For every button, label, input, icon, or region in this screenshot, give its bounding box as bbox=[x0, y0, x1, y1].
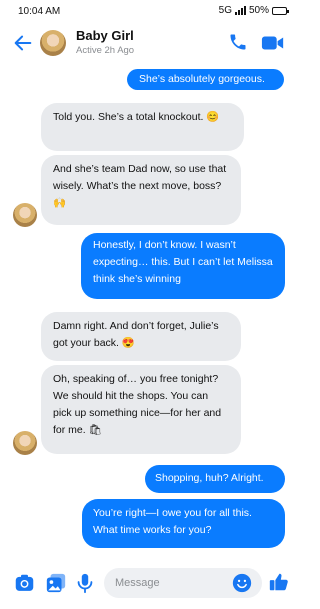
smiley-emoji-icon[interactable] bbox=[232, 573, 252, 593]
message-bubble-outgoing[interactable]: She’s absolutely gorgeous. bbox=[127, 69, 284, 90]
message-text: She’s absolutely gorgeous. bbox=[139, 73, 265, 85]
video-camera-icon[interactable] bbox=[261, 34, 285, 52]
message-bubble-incoming[interactable]: Oh, speaking of… you free tonight? We sh… bbox=[41, 365, 241, 454]
contact-avatar[interactable] bbox=[40, 30, 66, 56]
battery-percent: 50% bbox=[248, 5, 269, 16]
message-text: And she’s team Dad now, so use that wise… bbox=[53, 163, 227, 209]
contact-name[interactable]: Baby Girl bbox=[76, 28, 134, 43]
battery-icon bbox=[272, 6, 289, 15]
image-gallery-icon[interactable] bbox=[45, 572, 67, 594]
network-label: 5G bbox=[218, 5, 232, 16]
message-bubble-incoming[interactable]: And she’s team Dad now, so use that wise… bbox=[41, 155, 241, 225]
phone-icon[interactable] bbox=[228, 32, 248, 52]
camera-icon[interactable] bbox=[14, 572, 35, 594]
sender-avatar[interactable] bbox=[13, 203, 37, 227]
conversation-header: Baby Girl Active 2h Ago bbox=[0, 24, 299, 64]
message-text: Honestly, I don’t know. I wasn’t expecti… bbox=[93, 239, 273, 285]
message-text: You’re right—I owe you for all this. Wha… bbox=[93, 507, 252, 536]
message-bubble-incoming[interactable]: Damn right. And don’t forget, Julie’s go… bbox=[41, 312, 241, 361]
message-bubble-incoming[interactable]: Told you. She’s a total knockout. 😊 bbox=[41, 103, 244, 151]
message-text: Told you. She’s a total knockout. 😊 bbox=[53, 111, 220, 123]
message-composer bbox=[0, 566, 299, 600]
status-bar: 10:04 AM 5G 50% bbox=[0, 0, 299, 22]
message-text: Shopping, huh? Alright. bbox=[155, 472, 264, 484]
contact-status: Active 2h Ago bbox=[76, 45, 135, 56]
signal-icon bbox=[234, 6, 246, 15]
sender-avatar[interactable] bbox=[13, 431, 37, 455]
message-bubble-outgoing[interactable]: Honestly, I don’t know. I wasn’t expecti… bbox=[81, 233, 285, 299]
message-text: Damn right. And don’t forget, Julie’s go… bbox=[53, 320, 219, 349]
status-indicators: 5G 50% bbox=[218, 5, 289, 16]
message-bubble-outgoing[interactable]: Shopping, huh? Alright. bbox=[145, 465, 285, 493]
message-bubble-outgoing[interactable]: You’re right—I owe you for all this. Wha… bbox=[82, 499, 285, 548]
message-text: Oh, speaking of… you free tonight? We sh… bbox=[53, 373, 222, 436]
back-arrow-icon[interactable] bbox=[12, 32, 34, 54]
status-time: 10:04 AM bbox=[18, 6, 61, 17]
microphone-icon[interactable] bbox=[74, 572, 96, 594]
thumbs-up-icon[interactable] bbox=[268, 571, 290, 593]
